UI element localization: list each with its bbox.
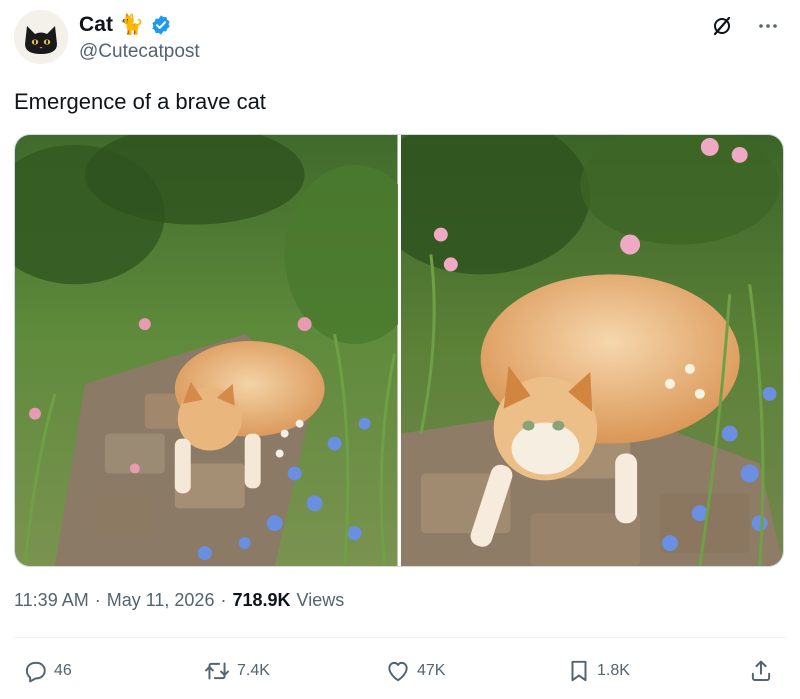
tweet-meta: 11:39 AM · May 11, 2026 · 718.9K Views bbox=[14, 590, 344, 611]
views-label: Views bbox=[296, 590, 345, 610]
reply-icon bbox=[25, 661, 46, 683]
action-bar: 46 7.4K 47K 1.8K bbox=[0, 652, 800, 692]
reply-button[interactable]: 46 bbox=[22, 658, 72, 684]
tweet-text: Emergence of a brave cat bbox=[14, 89, 266, 114]
bookmark-button[interactable]: 1.8K bbox=[567, 658, 630, 684]
like-button[interactable]: 47K bbox=[385, 658, 445, 684]
photo-icon bbox=[15, 135, 398, 566]
grok-icon[interactable] bbox=[710, 14, 734, 38]
repost-icon bbox=[205, 662, 229, 680]
photo-left[interactable] bbox=[15, 135, 398, 566]
like-count: 47K bbox=[417, 662, 446, 679]
black-cat-face-icon bbox=[14, 10, 68, 64]
name-emoji: 🐈 bbox=[119, 14, 145, 36]
bookmark-count: 1.8K bbox=[597, 662, 630, 679]
meta-separator-2: · bbox=[220, 590, 227, 610]
avatar[interactable] bbox=[14, 10, 68, 64]
author-name-row: Cat 🐈 bbox=[79, 12, 172, 37]
heart-icon bbox=[388, 661, 408, 682]
photo-icon bbox=[400, 135, 783, 566]
bookmark-icon bbox=[571, 660, 587, 682]
author-handle[interactable]: @Cutecatpost bbox=[79, 41, 200, 63]
tweet-date[interactable]: May 11, 2026 bbox=[107, 590, 215, 611]
author-display-name[interactable]: Cat bbox=[79, 13, 113, 37]
tweet-post: Cat 🐈 @Cutecatpost Emergence of a brave … bbox=[0, 0, 800, 699]
meta-separator: · bbox=[94, 590, 101, 610]
repost-button[interactable]: 7.4K bbox=[203, 658, 270, 684]
media-grid bbox=[14, 134, 784, 567]
share-button[interactable] bbox=[748, 658, 774, 684]
photo-right[interactable] bbox=[400, 135, 783, 566]
repost-count: 7.4K bbox=[237, 662, 270, 679]
divider bbox=[14, 637, 786, 638]
tweet-time[interactable]: 11:39 AM bbox=[14, 590, 89, 611]
more-icon[interactable] bbox=[756, 14, 780, 38]
verified-badge-icon bbox=[152, 14, 170, 35]
reply-count: 46 bbox=[54, 662, 72, 679]
header-actions bbox=[710, 14, 780, 38]
views-count: 718.9K bbox=[232, 590, 291, 610]
share-icon bbox=[751, 660, 771, 681]
